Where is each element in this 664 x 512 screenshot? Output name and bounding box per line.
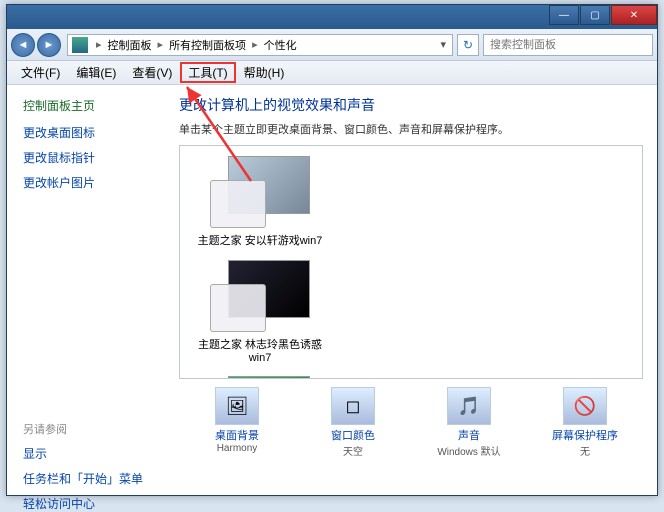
- menu-edit[interactable]: 编辑(E): [68, 62, 124, 83]
- screensaver-icon: 🚫: [563, 387, 607, 425]
- label: 声音: [419, 427, 519, 443]
- search-input[interactable]: [483, 34, 653, 56]
- content-area: 控制面板主页 更改桌面图标 更改鼠标指针 更改帐户图片 另请参阅 显示 任务栏和…: [7, 85, 657, 495]
- label: 屏幕保护程序: [535, 427, 635, 443]
- sidebar-home[interactable]: 控制面板主页: [23, 97, 163, 114]
- chevron-right-icon: ▸: [92, 38, 106, 51]
- page-subtitle: 单击某个主题立即更改桌面背景、窗口颜色、声音和屏幕保护程序。: [179, 121, 643, 137]
- crumb-all-items[interactable]: 所有控制面板项: [167, 35, 248, 55]
- theme-item[interactable]: 主题之家 安以轩游戏win7: [190, 156, 330, 248]
- minimize-button[interactable]: —: [549, 5, 579, 25]
- theme-name: 主题之家 安以轩游戏win7: [190, 232, 330, 248]
- wallpaper-icon: 🖼: [215, 387, 259, 425]
- value: 无: [535, 443, 635, 458]
- sidebar-link-account-picture[interactable]: 更改帐户图片: [23, 174, 163, 191]
- nav-bar: ◄ ► ▸ 控制面板 ▸ 所有控制面板项 ▸ 个性化 ▾ ↻: [7, 29, 657, 61]
- theme-name: 主题之家 林志玲黑色诱惑win7: [190, 336, 330, 364]
- value: 天空: [303, 443, 403, 458]
- menu-bar: 文件(F) 编辑(E) 查看(V) 工具(T) 帮助(H): [7, 61, 657, 85]
- close-button[interactable]: ✕: [611, 5, 657, 25]
- forward-button[interactable]: ►: [37, 33, 61, 57]
- label: 桌面背景: [187, 427, 287, 443]
- screensaver-button[interactable]: 🚫 屏幕保护程序 无: [535, 387, 635, 458]
- refresh-button[interactable]: ↻: [457, 34, 479, 56]
- chevron-right-icon: ▸: [248, 38, 262, 51]
- sidebar-also-display[interactable]: 显示: [23, 445, 163, 462]
- back-button[interactable]: ◄: [11, 33, 35, 57]
- menu-view[interactable]: 查看(V): [124, 62, 180, 83]
- theme-thumbnail: [210, 260, 310, 332]
- settings-row: 🖼 桌面背景 Harmony ◻ 窗口颜色 天空 🎵 声音 Windows 默认…: [179, 379, 643, 458]
- sounds-button[interactable]: 🎵 声音 Windows 默认: [419, 387, 519, 458]
- color-icon: ◻: [331, 387, 375, 425]
- crumb-personalization[interactable]: 个性化: [262, 35, 299, 55]
- value: Harmony: [187, 443, 287, 454]
- crumb-control-panel[interactable]: 控制面板: [106, 35, 154, 55]
- sidebar-link-desktop-icons[interactable]: 更改桌面图标: [23, 124, 163, 141]
- menu-file[interactable]: 文件(F): [13, 62, 68, 83]
- desktop-background-button[interactable]: 🖼 桌面背景 Harmony: [187, 387, 287, 458]
- sidebar-link-mouse-pointers[interactable]: 更改鼠标指针: [23, 149, 163, 166]
- titlebar: — ▢ ✕: [7, 5, 657, 29]
- page-title: 更改计算机上的视觉效果和声音: [179, 95, 643, 115]
- sidebar-also-ease[interactable]: 轻松访问中心: [23, 495, 163, 512]
- theme-item[interactable]: 主题之家 林志玲黑色诱惑win7: [190, 260, 330, 364]
- theme-thumbnail: [210, 156, 310, 228]
- maximize-button[interactable]: ▢: [580, 5, 610, 25]
- sound-icon: 🎵: [447, 387, 491, 425]
- sidebar-also-taskbar[interactable]: 任务栏和「开始」菜单: [23, 470, 163, 487]
- main-panel: 更改计算机上的视觉效果和声音 单击某个主题立即更改桌面背景、窗口颜色、声音和屏幕…: [179, 85, 657, 495]
- chevron-right-icon: ▸: [154, 38, 168, 51]
- chevron-down-icon[interactable]: ▾: [434, 38, 452, 51]
- menu-tools[interactable]: 工具(T): [180, 62, 235, 83]
- breadcrumb[interactable]: ▸ 控制面板 ▸ 所有控制面板项 ▸ 个性化 ▾: [67, 34, 453, 56]
- window: — ▢ ✕ ◄ ► ▸ 控制面板 ▸ 所有控制面板项 ▸ 个性化 ▾ ↻ 文件(…: [6, 4, 658, 496]
- value: Windows 默认: [419, 443, 519, 458]
- menu-help[interactable]: 帮助(H): [236, 62, 293, 83]
- see-also-label: 另请参阅: [23, 421, 163, 437]
- label: 窗口颜色: [303, 427, 403, 443]
- themes-list[interactable]: 主题之家 安以轩游戏win7 主题之家 林志玲黑色诱惑win7: [179, 145, 643, 379]
- control-panel-icon: [72, 37, 88, 53]
- sidebar: 控制面板主页 更改桌面图标 更改鼠标指针 更改帐户图片 另请参阅 显示 任务栏和…: [7, 85, 179, 495]
- window-color-button[interactable]: ◻ 窗口颜色 天空: [303, 387, 403, 458]
